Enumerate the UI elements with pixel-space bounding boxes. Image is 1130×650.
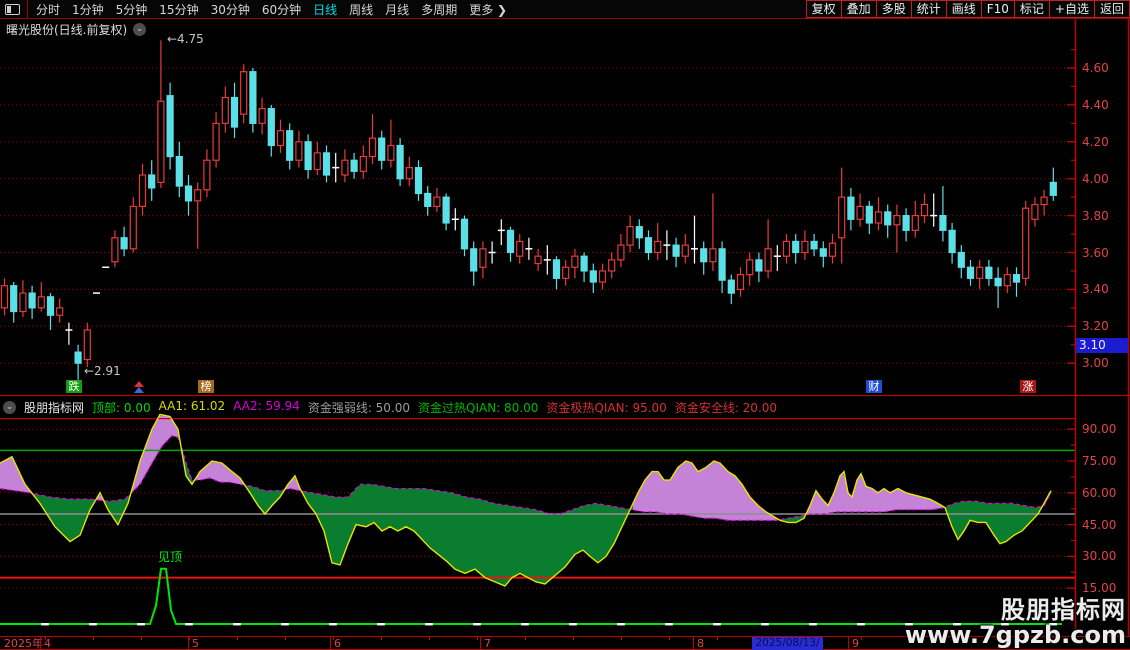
year-label: 2025年 <box>4 637 43 650</box>
date-tick <box>573 637 574 640</box>
date-tick <box>285 637 286 640</box>
price-axis-label: 4.00 <box>1082 171 1109 186</box>
price-axis-label: 3.20 <box>1082 319 1109 334</box>
price-axis-label: 4.20 <box>1082 134 1109 149</box>
price-axis-label: 3.40 <box>1082 282 1109 297</box>
tab-多周期[interactable]: 多周期 <box>421 1 457 18</box>
watermark-site-name: 股朋指标网 <box>1001 596 1126 625</box>
indicator-value: 资金过热QIAN: 80.00 <box>418 401 539 415</box>
tab-月线[interactable]: 月线 <box>385 1 409 18</box>
tab-周线[interactable]: 周线 <box>349 1 373 18</box>
month-divider <box>693 637 694 650</box>
signal-label: 见顶 <box>158 550 183 564</box>
selected-date-box: 2025/08/13/三 <box>752 637 823 650</box>
button-统计[interactable]: 统计 <box>910 0 947 18</box>
date-tick <box>477 637 478 640</box>
indicator-value: AA1: 61.02 <box>158 399 226 413</box>
month-label: 6 <box>334 637 341 650</box>
double-arrow-icon <box>134 387 144 393</box>
month-label: 8 <box>697 637 704 650</box>
indicator-value: 资金强弱线: 50.00 <box>307 401 411 415</box>
price-annotation: ←4.75 <box>167 32 204 46</box>
watermark-url: www.7gpzb.com <box>904 621 1126 650</box>
date-tick <box>669 637 670 640</box>
indicator-chevron-icon[interactable]: ⌄ <box>3 401 16 414</box>
indicator-axis-label: 60.00 <box>1082 485 1117 500</box>
indicator-axis-label: 45.00 <box>1082 517 1117 532</box>
candlestick-chart[interactable] <box>0 18 1130 395</box>
indicator-header: ⌄ 股朋指标网 顶部: 0.00 AA1: 61.02 AA2: 59.94 资金强弱… <box>3 399 777 416</box>
date-tick <box>45 637 46 640</box>
button-标记[interactable]: 标记 <box>1013 0 1050 18</box>
indicator-axis-label: 90.00 <box>1082 422 1117 437</box>
indicator-value: 资金安全线: 20.00 <box>674 401 778 415</box>
date-tick <box>525 637 526 640</box>
tab-1分钟[interactable]: 1分钟 <box>72 1 104 18</box>
tab-5分钟[interactable]: 5分钟 <box>116 1 148 18</box>
date-tick <box>717 637 718 640</box>
date-tick <box>621 637 622 640</box>
price-marker: 3.10 <box>1076 337 1128 353</box>
indicator-value: 顶部: 0.00 <box>92 401 151 415</box>
tab-15分钟[interactable]: 15分钟 <box>159 1 198 18</box>
button-F10[interactable]: F10 <box>980 0 1015 18</box>
price-axis-label: 4.60 <box>1082 61 1109 75</box>
date-tick <box>381 637 382 640</box>
tools-menu: 复权 叠加 多股 统计 画线 F10 标记 +自选 返回 <box>805 0 1130 18</box>
window-icon[interactable] <box>5 3 20 15</box>
topbar-divider <box>27 0 28 19</box>
watermark: 股朋指标网 www.7gpzb.com <box>905 598 1126 648</box>
event-badge-涨[interactable]: 涨 <box>1020 380 1036 393</box>
month-label: 7 <box>484 637 491 650</box>
event-badge-跌[interactable]: 跌 <box>66 380 82 393</box>
indicator-axis-label: 30.00 <box>1082 549 1117 564</box>
price-axis-label: 3.60 <box>1082 245 1109 260</box>
tab-分时[interactable]: 分时 <box>36 1 60 18</box>
indicator-axis-label: 15.00 <box>1082 581 1117 596</box>
button-复权[interactable]: 复权 <box>805 0 842 18</box>
chart-title: 曙光股份(日线.前复权) <box>6 23 128 37</box>
month-divider <box>848 637 849 650</box>
period-menu: 分时 1分钟 5分钟 15分钟 30分钟 60分钟 日线 周线 月线 多周期 更多 ❯ <box>36 1 519 18</box>
indicator-value: 资金极热QIAN: 95.00 <box>546 401 667 415</box>
event-badge-榜[interactable]: 榜 <box>198 380 214 393</box>
button-多股[interactable]: 多股 <box>875 0 912 18</box>
date-tick <box>93 637 94 640</box>
date-tick <box>189 637 190 640</box>
tab-30分钟[interactable]: 30分钟 <box>211 1 250 18</box>
price-annotation: ←2.91 <box>84 364 121 378</box>
indicator-axis-label: 75.00 <box>1082 454 1117 468</box>
price-axis-label: 4.40 <box>1082 97 1109 112</box>
indicator-values: 顶部: 0.00 AA1: 61.02 AA2: 59.94 资金强弱线: 50.00… <box>92 399 777 416</box>
top-menu-bar: 分时 1分钟 5分钟 15分钟 30分钟 60分钟 日线 周线 月线 多周期 更多 ❯ 复权 叠加 多股… <box>0 0 1130 19</box>
date-tick <box>333 637 334 640</box>
tab-60分钟[interactable]: 60分钟 <box>262 1 301 18</box>
button-+自选[interactable]: +自选 <box>1048 0 1095 18</box>
date-tick <box>237 637 238 640</box>
indicator-source: 股朋指标网 <box>24 401 85 415</box>
date-tick <box>429 637 430 640</box>
date-tick <box>861 637 862 640</box>
tab-更多 ❯[interactable]: 更多 ❯ <box>469 1 507 18</box>
chart-title-bar: 曙光股份(日线.前复权) ⌄ <box>6 21 147 38</box>
month-divider <box>480 637 481 650</box>
date-tick <box>141 637 142 640</box>
price-axis-label: 3.80 <box>1082 208 1109 223</box>
button-返回[interactable]: 返回 <box>1093 0 1130 18</box>
chevron-down-icon[interactable]: ⌄ <box>133 23 147 36</box>
indicator-value: AA2: 59.94 <box>233 399 300 413</box>
button-叠加[interactable]: 叠加 <box>840 0 877 18</box>
event-badge-财[interactable]: 财 <box>866 380 882 393</box>
month-divider <box>40 637 41 650</box>
month-label: 9 <box>852 637 859 650</box>
tab-日线[interactable]: 日线 <box>313 1 337 18</box>
price-axis-label: 3.00 <box>1082 356 1109 371</box>
month-label: 5 <box>192 637 199 650</box>
button-画线[interactable]: 画线 <box>945 0 982 18</box>
month-divider <box>330 637 331 650</box>
